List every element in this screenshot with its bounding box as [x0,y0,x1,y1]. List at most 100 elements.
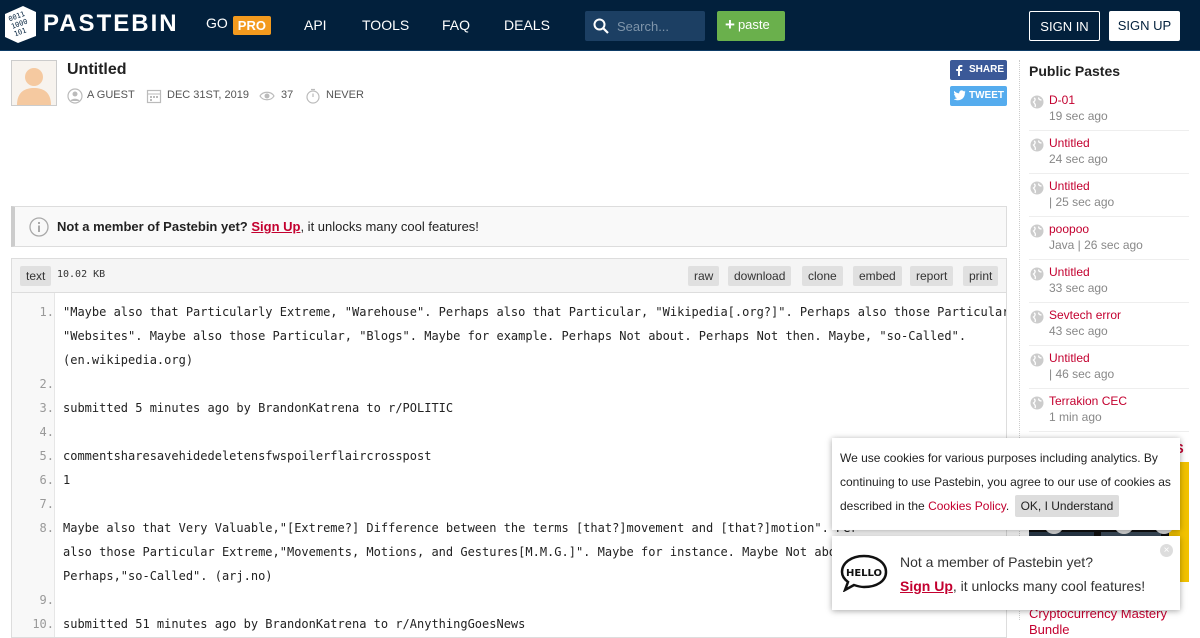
globe-icon [1030,224,1044,238]
eye-icon [259,91,275,101]
share-label: SHARE [969,64,1005,75]
public-pastes-title: Public Pastes [1029,63,1121,79]
code-line[interactable]: "Websites". Maybe also those Particular,… [63,329,966,343]
embed-button[interactable]: embed [853,266,902,286]
globe-icon [1030,353,1044,367]
plus-icon: + [725,15,735,34]
sign-in-button[interactable]: SIGN IN [1029,11,1100,41]
public-paste-link[interactable]: D-01 [1049,93,1075,107]
syntax-tag[interactable]: text [20,266,52,286]
line-number: 7. [39,497,54,511]
code-line[interactable]: commentsharesavehidedeletensfwspoilerfla… [63,449,431,463]
code-line[interactable]: submitted 51 minutes ago by BrandonKatre… [63,617,525,631]
paste-views: 37 [281,89,294,101]
globe-icon [1030,181,1044,195]
code-line[interactable]: submitted 5 minutes ago by BrandonKatren… [63,401,453,415]
code-line[interactable]: 1 [63,473,70,487]
list-separator [1029,431,1189,432]
public-paste-meta: 19 sec ago [1049,109,1108,123]
user-icon [67,88,83,104]
guest-avatar [11,60,57,106]
code-toolbar: text 10.02 KB raw download clone embed r… [12,259,1006,293]
cookie-ok-button[interactable]: OK, I Understand [1014,495,1120,517]
code-line[interactable]: also those Particular Extreme,"Movements… [63,545,858,559]
cookies-policy-link[interactable]: Cookies Policy [928,499,1006,513]
cookie-consent-popup: We use cookies for various purposes incl… [832,438,1180,530]
public-paste-link[interactable]: Sevtech error [1049,308,1121,322]
calendar-icon [146,89,162,104]
ad-title-link[interactable]: Cryptocurrency Mastery Bundle [1029,606,1189,638]
raw-button[interactable]: raw [688,266,720,286]
sign-up-button[interactable]: SIGN UP [1109,11,1180,41]
facebook-share-button[interactable]: SHARE [950,60,1007,80]
globe-icon [1030,138,1044,152]
nav-faq[interactable]: FAQ [442,17,470,33]
hello-body: Sign Up, it unlocks many cool features! [900,578,1145,594]
print-button[interactable]: print [963,266,999,286]
public-paste-link[interactable]: Untitled [1049,136,1090,150]
nav-go-pro[interactable]: GO PRO [206,15,271,35]
globe-icon [1030,310,1044,324]
list-separator [1029,173,1189,174]
twitter-tweet-button[interactable]: TWEET [950,86,1007,106]
public-paste-meta: 24 sec ago [1049,152,1108,166]
paste-author[interactable]: A GUEST [87,89,135,101]
line-number-gutter [12,293,55,637]
list-separator [1029,302,1189,303]
public-paste-meta: 43 sec ago [1049,324,1108,338]
new-paste-button[interactable]: + paste [717,11,785,41]
hello-rest: , it unlocks many cool features! [952,578,1146,594]
facebook-icon [956,65,963,76]
brand-name[interactable]: PASTEBIN [43,10,179,38]
list-separator [1029,259,1189,260]
top-navigation-bar: 0011 1000 101 PASTEBIN GO PRO API TOOLS F… [0,0,1200,51]
nav-deals[interactable]: DEALS [504,17,550,33]
line-number: 9. [39,593,54,607]
public-paste-link[interactable]: Untitled [1049,265,1090,279]
code-line[interactable]: Maybe also that Very Valuable,"[Extreme?… [63,521,858,535]
globe-icon [1030,95,1044,109]
notice-sign-up-link[interactable]: Sign Up [251,219,300,234]
hello-sign-up-link[interactable]: Sign Up [900,578,953,594]
search-input[interactable] [617,17,701,35]
code-line[interactable]: "Maybe also that Particularly Extreme, "… [63,305,1006,319]
download-button[interactable]: download [728,266,792,286]
code-line[interactable]: Perhaps,"so-Called". (arj.no) [63,569,273,583]
public-paste-link[interactable]: Untitled [1049,179,1090,193]
paste-size: 10.02 KB [57,269,106,280]
notice-rest: , it unlocks many cool features! [300,219,479,234]
list-separator [1029,388,1189,389]
code-line[interactable]: (en.wikipedia.org) [63,353,193,367]
public-paste-meta: 1 min ago [1049,410,1102,424]
clone-button[interactable]: clone [802,266,843,286]
globe-icon [1030,396,1044,410]
line-number: 1. [39,305,54,319]
public-paste-link[interactable]: Terrakion CEC [1049,394,1127,408]
globe-icon [1030,267,1044,281]
nav-api[interactable]: API [304,17,327,33]
paste-date: DEC 31ST, 2019 [167,89,249,101]
public-paste-meta: | 46 sec ago [1049,367,1115,381]
public-paste-meta: Java | 26 sec ago [1049,238,1143,252]
nav-go-label: GO [206,15,228,31]
signup-promo-popup: HELLO Not a member of Pastebin yet? Sign… [832,536,1180,610]
search-box[interactable] [585,11,705,41]
hello-speech-bubble-icon: HELLO [840,554,888,592]
notice-text: Not a member of Pastebin yet? Sign Up, i… [57,219,479,234]
paste-button-label: paste [737,17,770,32]
close-icon[interactable]: × [1160,544,1173,557]
line-number: 6. [39,473,54,487]
public-paste-meta: | 25 sec ago [1049,195,1115,209]
user-avatar-icon [12,61,56,105]
search-icon [593,18,609,34]
paste-title: Untitled [67,61,127,78]
hello-lead: Not a member of Pastebin yet? [900,554,1093,570]
report-button[interactable]: report [910,266,954,286]
public-paste-link[interactable]: Untitled [1049,351,1090,365]
nav-tools[interactable]: TOOLS [362,17,409,33]
line-number: 5. [39,449,54,463]
tweet-label: TWEET [969,90,1004,101]
pastebin-logo-icon[interactable]: 0011 1000 101 [3,4,38,44]
public-paste-link[interactable]: poopoo [1049,222,1089,236]
list-separator [1029,216,1189,217]
